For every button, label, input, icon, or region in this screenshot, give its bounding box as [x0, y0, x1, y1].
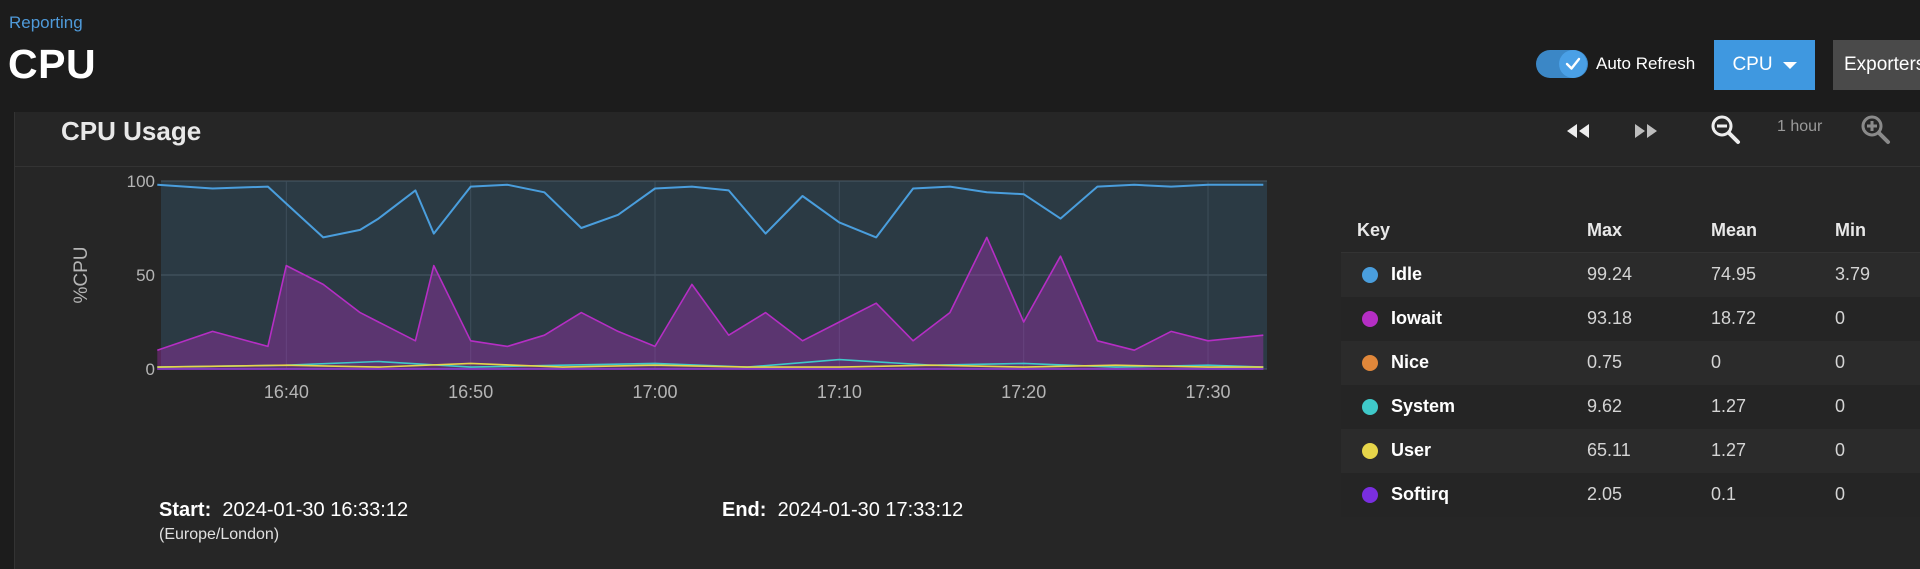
legend-row-iowait[interactable]: Iowait 93.18 18.72 0	[1341, 297, 1920, 341]
legend-series-name: Idle	[1391, 264, 1423, 284]
legend-max: 0.75	[1587, 352, 1623, 372]
x-tick-label: 16:50	[448, 382, 493, 402]
y-tick-label: 0	[146, 360, 155, 379]
y-axis-label: %CPU	[71, 246, 92, 303]
legend-series-name: Nice	[1391, 352, 1430, 372]
check-icon	[1559, 50, 1587, 78]
y-tick-label: 100	[127, 172, 155, 191]
rewind-icon[interactable]	[1563, 116, 1593, 151]
legend-row-nice[interactable]: Nice 0.75 0 0	[1341, 341, 1920, 385]
cpu-usage-panel: CPU Usage 1 hour 0 50 100 16:40 16:50 17:00 17…	[14, 112, 1920, 569]
legend-row-softirq[interactable]: Softirq 2.05 0.1 0	[1341, 473, 1920, 517]
start-value: 2024-01-30 16:33:12	[222, 499, 409, 521]
legend-mean: 74.95	[1711, 264, 1757, 284]
legend-series-name: User	[1391, 440, 1432, 460]
cpu-select-label: CPU	[1732, 54, 1773, 75]
breadcrumb-reporting[interactable]: Reporting	[9, 13, 83, 33]
legend-max: 65.11	[1587, 440, 1631, 460]
series-color-dot	[1362, 487, 1378, 503]
legend-mean: 18.72	[1711, 308, 1757, 328]
legend-series-name: System	[1391, 396, 1456, 416]
page-header: Reporting CPU Auto Refresh CPU Exporters	[0, 0, 1920, 112]
legend-row-user[interactable]: User 65.11 1.27 0	[1341, 429, 1920, 473]
legend-col-key: Key	[1357, 220, 1391, 240]
legend-min: 0	[1835, 396, 1846, 416]
legend-min: 0	[1835, 440, 1846, 460]
legend-col-min: Min	[1835, 220, 1866, 240]
legend-min: 0	[1835, 308, 1846, 328]
caret-down-icon	[1782, 61, 1797, 69]
series-color-dot	[1362, 443, 1378, 459]
legend-header: Key Max Mean Min	[1341, 212, 1920, 253]
end-label: End:	[722, 499, 767, 521]
legend-row-system[interactable]: System 9.62 1.27 0	[1341, 385, 1920, 429]
legend-min: 0	[1835, 352, 1846, 372]
x-tick-label: 17:10	[817, 382, 862, 402]
zoom-out-icon[interactable]	[1709, 113, 1743, 152]
left-strip	[0, 112, 14, 569]
series-color-dot	[1362, 355, 1378, 371]
legend-min: 3.79	[1835, 264, 1871, 284]
y-tick-label: 50	[136, 266, 155, 285]
auto-refresh-label: Auto Refresh	[1596, 54, 1696, 73]
legend-table: Key Max Mean Min Idle 99.24 74.95 3.79 Iowai…	[1341, 212, 1920, 517]
legend-row-idle[interactable]: Idle 99.24 74.95 3.79	[1341, 253, 1920, 297]
x-tick-label: 17:30	[1185, 382, 1230, 402]
x-tick-label: 17:20	[1001, 382, 1046, 402]
cpu-select-button[interactable]: CPU	[1714, 40, 1815, 90]
end-time: End: 2024-01-30 17:33:12	[722, 499, 963, 522]
x-tick-label: 17:00	[632, 382, 677, 402]
legend-max: 2.05	[1587, 484, 1623, 504]
legend-mean: 0.1	[1711, 484, 1737, 504]
exporters-label: Exporters	[1844, 54, 1920, 75]
legend-mean: 1.27	[1711, 440, 1747, 460]
legend-col-mean: Mean	[1711, 220, 1758, 240]
series-color-dot	[1362, 311, 1378, 327]
legend-max: 9.62	[1587, 396, 1623, 416]
toggle-track[interactable]	[1536, 50, 1588, 78]
legend-max: 93.18	[1587, 308, 1633, 328]
legend-col-max: Max	[1587, 220, 1623, 240]
zoom-level: 1 hour	[1777, 118, 1823, 135]
legend-mean: 0	[1711, 352, 1722, 372]
fast-forward-icon[interactable]	[1631, 116, 1661, 151]
timezone: (Europe/London)	[159, 526, 280, 543]
end-value: 2024-01-30 17:33:12	[777, 499, 964, 521]
zoom-in-icon[interactable]	[1859, 113, 1893, 152]
series-color-dot	[1362, 267, 1378, 283]
series-color-dot	[1362, 399, 1378, 415]
legend-mean: 1.27	[1711, 396, 1747, 416]
legend-series-name: Softirq	[1391, 484, 1449, 504]
legend-max: 99.24	[1587, 264, 1633, 284]
page-title: CPU	[8, 41, 97, 87]
start-label: Start:	[159, 499, 212, 521]
legend-series-name: Iowait	[1391, 308, 1443, 328]
x-tick-label: 16:40	[264, 382, 309, 402]
start-time: Start: 2024-01-30 16:33:12	[159, 499, 408, 522]
auto-refresh-toggle[interactable]: Auto Refresh	[1536, 50, 1695, 78]
legend-min: 0	[1835, 484, 1846, 504]
exporters-button[interactable]: Exporters	[1833, 40, 1920, 90]
